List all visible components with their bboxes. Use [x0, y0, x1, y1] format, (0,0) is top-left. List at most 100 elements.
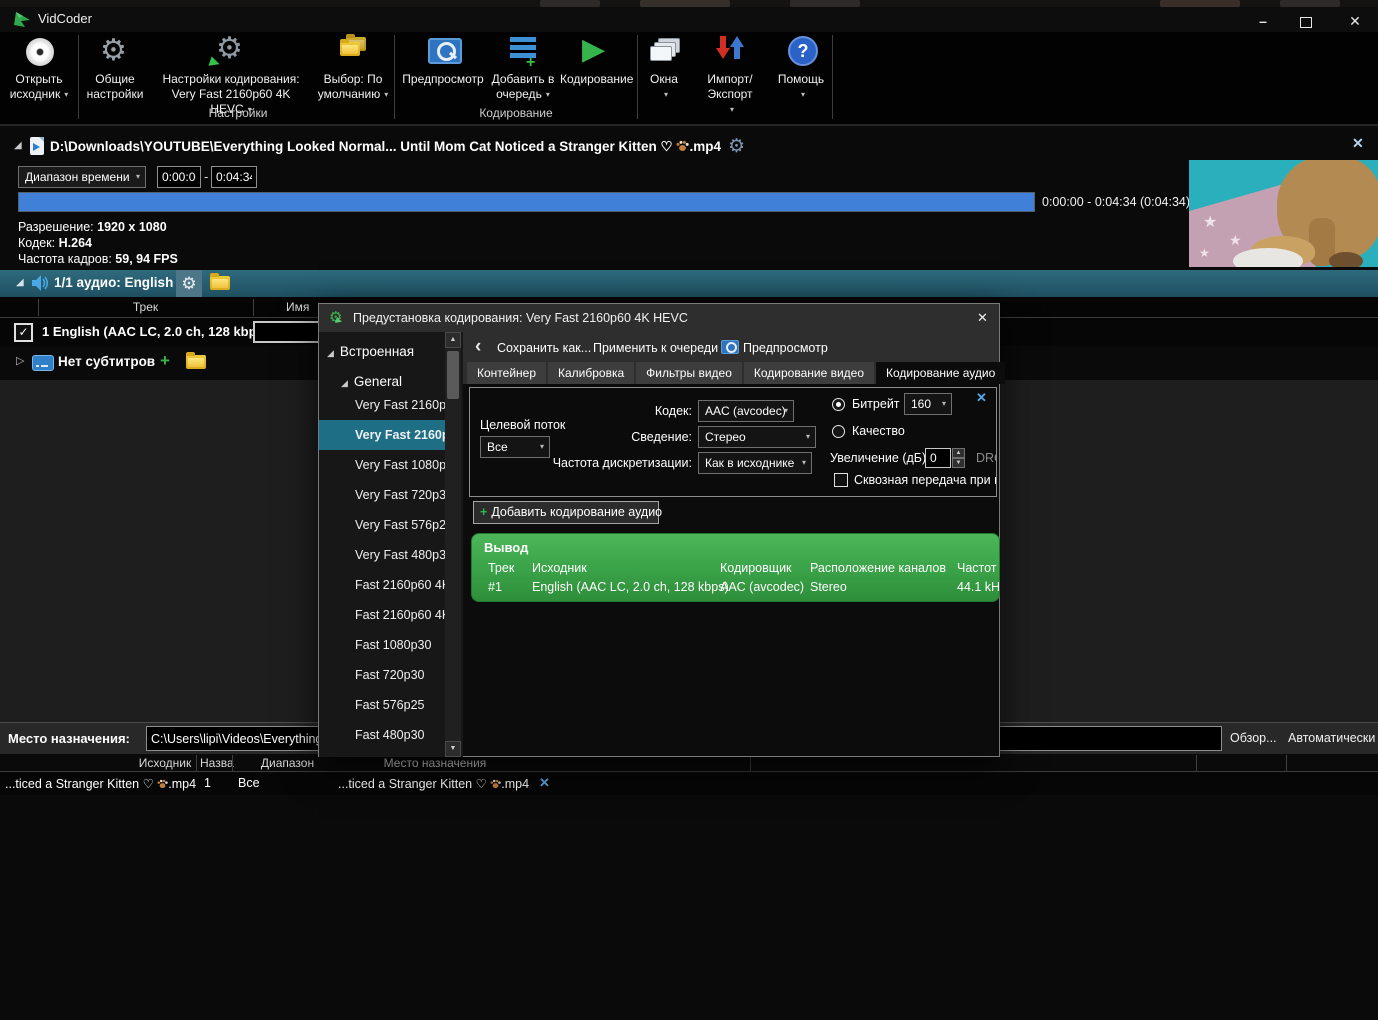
codec-dropdown[interactable]: AAC (avcodec)▾ [698, 400, 794, 422]
tab-video-encoding[interactable]: Кодирование видео [744, 362, 874, 384]
bitrate-dropdown[interactable]: 160▾ [904, 393, 952, 415]
close-button[interactable]: ✕ [1340, 13, 1370, 30]
gain-input[interactable] [925, 448, 951, 468]
queue-col-name[interactable]: Назва [200, 756, 234, 770]
tab-sizing[interactable]: Калибровка [548, 362, 634, 384]
tree-group-item[interactable]: ◢General [341, 374, 402, 389]
preset-item[interactable]: Fast 720p30 [319, 660, 447, 690]
dialog-title-bar[interactable]: ⚙ ▶ Предустановка кодирования: Very Fast… [319, 304, 999, 332]
preset-item-selected[interactable]: Very Fast 2160p [319, 420, 447, 450]
source-expander-icon[interactable]: ◢ [14, 140, 22, 151]
browse-button[interactable]: Обзор... [1230, 731, 1277, 745]
queue-row[interactable]: ...ticed a Stranger Kitten ♡ .mp4 1 Все … [0, 773, 1378, 795]
plus-icon: + [480, 505, 487, 519]
tab-video-filters[interactable]: Фильтры видео [636, 362, 742, 384]
open-source-button[interactable]: Открыть исходник▾ [2, 32, 76, 124]
preset-item[interactable]: Fast 576p25 [319, 690, 447, 720]
subtitles-row[interactable]: ▷ Нет субтитров + [0, 349, 318, 377]
quality-label: Качество [852, 424, 905, 438]
help-button[interactable]: ? Помощь ▾ [774, 32, 828, 124]
mixdown-label: Сведение: [530, 430, 692, 444]
column-track[interactable]: Трек [38, 300, 253, 314]
dialog-preview-icon [721, 340, 739, 354]
minimize-button[interactable]: – [1248, 13, 1278, 29]
range-type-dropdown[interactable]: Диапазон времени▾ [18, 166, 146, 188]
preset-item[interactable]: Fast 2160p60 4K [319, 570, 447, 600]
track-name-input[interactable] [253, 321, 325, 343]
subtitles-expander-icon[interactable]: ▷ [16, 354, 24, 367]
samplerate-dropdown[interactable]: Как в исходнике▾ [698, 452, 812, 474]
scrollbar-thumb[interactable] [447, 351, 459, 399]
tree-root-item[interactable]: ◢Встроенная [327, 344, 414, 359]
output-col-encoder: Кодировщик [720, 561, 792, 575]
preset-item[interactable]: Very Fast 480p30 [319, 540, 447, 570]
dialog-close-icon[interactable]: ✕ [977, 310, 988, 326]
preset-dialog: ⚙ ▶ Предустановка кодирования: Very Fast… [318, 303, 1000, 757]
spin-up-icon: ▲ [952, 448, 965, 458]
audio-settings-gear-button[interactable]: ⚙ [176, 270, 202, 297]
preset-item[interactable]: Fast 1080p30 [319, 630, 447, 660]
preset-item[interactable]: Very Fast 576p25 [319, 510, 447, 540]
chevron-down-icon: ▾ [730, 105, 734, 114]
preset-item[interactable]: Fast 2160p60 4K [319, 600, 447, 630]
toolbar-separator [832, 35, 833, 119]
scroll-up-button[interactable]: ▲ [445, 332, 461, 348]
audio-header-label: 1/1 аудио: English [54, 275, 173, 290]
import-export-icon [716, 36, 746, 68]
auto-name-button[interactable]: Автоматически [1288, 731, 1375, 745]
app-title: VidCoder [38, 11, 92, 26]
preset-item[interactable]: Very Fast 720p30 [319, 480, 447, 510]
tab-container[interactable]: Контейнер [467, 362, 546, 384]
save-as-button[interactable]: Сохранить как... [497, 341, 591, 355]
add-subtitle-icon[interactable]: + [160, 351, 170, 371]
source-settings-gear-icon[interactable]: ⚙ [728, 135, 745, 158]
range-start-input[interactable] [157, 166, 201, 188]
preset-item[interactable]: Fast 480p30 [319, 720, 447, 750]
subtitles-label: Нет субтитров [58, 354, 155, 369]
back-icon[interactable]: ‹ [475, 336, 481, 358]
preview-icon [428, 38, 462, 64]
audio-expander-icon[interactable]: ◢ [16, 277, 24, 288]
audio-section-header[interactable]: ◢ 1/1 аудио: English ⚙ [0, 270, 1378, 297]
disc-icon [26, 38, 54, 66]
mixdown-dropdown[interactable]: Стерео▾ [698, 426, 816, 448]
time-range-bar[interactable] [18, 192, 1035, 212]
output-row-source: English (AAC LC, 2.0 ch, 128 kbps) [532, 580, 729, 594]
expander-open-icon[interactable]: ◢ [341, 378, 348, 388]
remove-source-icon[interactable]: ✕ [1352, 135, 1364, 152]
queue-col-range[interactable]: Диапазон [255, 756, 320, 770]
queue-col-destination[interactable]: Место назначения [375, 756, 495, 770]
remove-encoding-icon[interactable]: ✕ [976, 390, 987, 406]
passthrough-label: Сквозная передача при вс [854, 473, 997, 487]
preset-scrollbar[interactable]: ▲ ▼ [445, 332, 461, 757]
windows-menu-button[interactable]: Окна ▾ [642, 32, 686, 124]
scroll-down-button[interactable]: ▼ [445, 741, 461, 757]
audio-copy-folder-icon[interactable] [210, 276, 230, 290]
quality-radio[interactable] [832, 425, 845, 438]
expander-open-icon[interactable]: ◢ [327, 348, 334, 358]
range-end-input[interactable] [211, 166, 257, 188]
toolbar-group-settings-label: Настройки [84, 106, 392, 120]
bitrate-radio[interactable] [832, 398, 845, 411]
preset-item[interactable]: Very Fast 1080p3 [319, 450, 447, 480]
add-audio-encoding-button[interactable]: +Добавить кодирование аудио [473, 501, 659, 524]
queue-row-name: 1 [204, 776, 211, 790]
column-name[interactable]: Имя [286, 300, 309, 314]
vidcoder-window: VidCoder – ✕ Открыть исходник▾ ⚙ Общие н… [0, 0, 1378, 1020]
dialog-tabs: Контейнер Калибровка Фильтры видео Кодир… [467, 362, 1007, 384]
subtitles-icon [32, 355, 54, 371]
maximize-button[interactable] [1300, 17, 1312, 28]
encoding-gear-play-icon: ▶ [208, 53, 222, 71]
track-checkbox[interactable]: ✓ [14, 323, 33, 342]
gain-spinner[interactable]: ▲ ▼ [952, 448, 965, 468]
apply-to-queue-button[interactable]: Применить к очереди [593, 341, 718, 355]
dialog-preview-button[interactable]: Предпросмотр [743, 341, 828, 355]
tab-audio-encoding[interactable]: Кодирование аудио [876, 362, 1005, 384]
subtitle-folder-icon[interactable] [186, 355, 206, 369]
chevron-down-icon: ▾ [384, 90, 388, 99]
passthrough-checkbox[interactable] [834, 473, 848, 487]
audio-output-summary: Вывод Трек Исходник Кодировщик Расположе… [471, 533, 1000, 602]
preset-item[interactable]: Very Fast 2160p6 [319, 390, 447, 420]
queue-row-remove-icon[interactable]: ✕ [539, 775, 550, 791]
import-export-button[interactable]: Импорт/Экспорт ▾ [690, 32, 770, 124]
